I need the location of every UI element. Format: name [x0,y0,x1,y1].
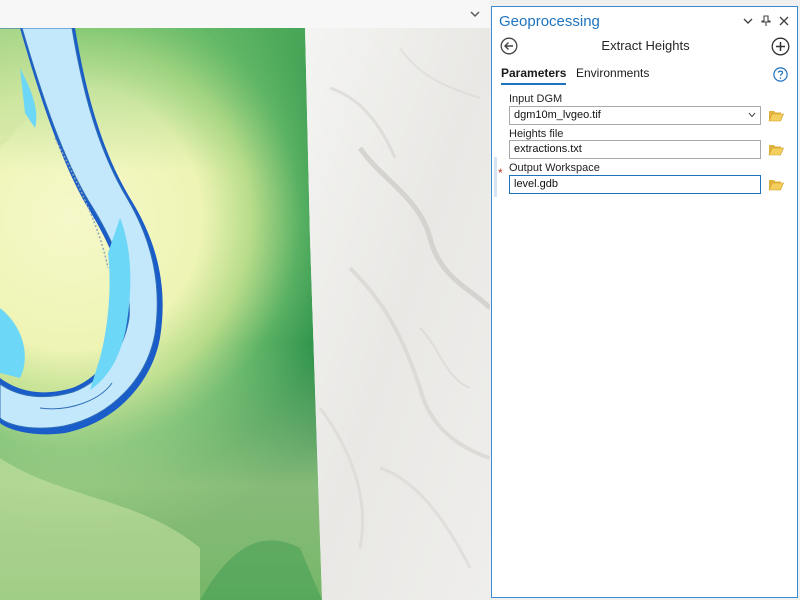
input-dgm-label: Input DGM [509,93,563,105]
help-icon[interactable] [773,67,788,82]
chevron-down-icon[interactable] [742,15,754,27]
input-dgm-value: dgm10m_lvgeo.tif [514,109,601,121]
tool-title: Extract Heights [601,38,690,53]
output-workspace-label: Output Workspace [509,162,600,174]
pin-icon[interactable] [760,15,772,27]
map-view[interactable] [0,0,490,600]
close-icon[interactable] [778,15,790,27]
output-workspace-value: level.gdb [514,178,559,190]
folder-open-icon[interactable] [768,143,784,156]
heights-file-label: Heights file [509,128,564,140]
heights-file-input[interactable]: extractions.txt [509,140,761,159]
chevron-down-icon[interactable] [748,112,756,118]
required-indicator-bar [494,157,497,197]
add-circle-icon[interactable] [771,37,790,56]
hillshade-layer [305,28,490,600]
folder-open-icon[interactable] [768,109,784,122]
required-marker: * [498,166,503,180]
input-dgm-combo[interactable]: dgm10m_lvgeo.tif [509,106,761,125]
map-canvas[interactable] [0,28,490,600]
tab-parameters[interactable]: Parameters [501,66,567,85]
map-view-header [0,0,490,29]
pane-title: Geoprocessing [499,13,600,30]
folder-open-icon[interactable] [768,178,784,191]
chevron-down-icon[interactable] [468,7,482,21]
output-workspace-input[interactable]: level.gdb [509,175,761,194]
geoprocessing-pane: Geoprocessing Extract Heights Parameters… [491,6,798,598]
heights-file-value: extractions.txt [514,143,582,155]
tab-environments[interactable]: Environments [576,66,649,83]
